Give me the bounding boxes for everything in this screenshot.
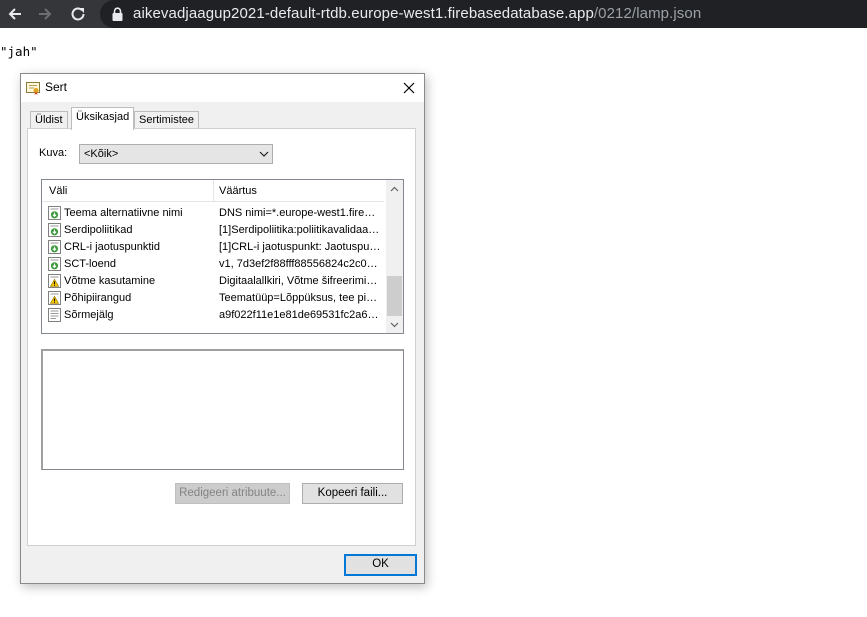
json-response: "jah" [0, 44, 38, 59]
field-name: Teema alternatiivne nimi [64, 207, 183, 219]
certificate-icon [26, 82, 40, 100]
edit-properties-button[interactable]: Redigeeri atribuute... [175, 483, 290, 504]
field-value: Teematüüp=Lõppüksus, tee pikkuse piirang… [219, 292, 381, 304]
certificate-dialog: Sert Üldist Üksikasjad Sertimistee Kuva:… [20, 73, 425, 584]
list-scrollbar[interactable] [386, 180, 403, 333]
ok-button[interactable]: OK [344, 554, 417, 576]
field-value: v1, 7d3ef2f88fff88556824c2c0ca9e5289 [219, 258, 381, 270]
field-value: DNS nimi=*.europe-west1.firebasedatabase… [219, 207, 381, 219]
cert-doc-icon [48, 308, 61, 325]
address-bar[interactable]: aikevadjaagup2021-default-rtdb.europe-we… [100, 0, 867, 28]
show-select[interactable]: <Kõik> [79, 144, 273, 164]
field-name: Sõrmejälg [64, 309, 114, 321]
cert-ext-icon [48, 223, 61, 240]
cert-ext-icon [48, 206, 61, 223]
list-header: Väli Väärtus [42, 180, 384, 202]
details-tab-panel: Kuva: <Kõik> Väli Väärtus Teema alternat… [27, 128, 416, 546]
field-name: Põhipiirangud [64, 292, 132, 304]
scroll-thumb[interactable] [387, 276, 402, 316]
column-header-field[interactable]: Väli [49, 185, 67, 197]
cert-critical-icon [48, 291, 61, 308]
column-divider[interactable] [213, 180, 214, 202]
scroll-up-icon[interactable] [386, 180, 403, 197]
close-icon[interactable] [394, 74, 424, 102]
tab-general[interactable]: Üldist [30, 111, 68, 129]
copy-to-file-button[interactable]: Kopeeri faili... [302, 483, 403, 504]
field-name: Võtme kasutamine [64, 275, 156, 287]
tab-details[interactable]: Üksikasjad [71, 107, 135, 130]
url-path: /0212/lamp.json [593, 5, 702, 22]
field-value: a9f022f11e1e81de69531fc2a6d4e0f2 [219, 309, 381, 321]
field-name: CRL-i jaotuspunktid [64, 241, 160, 253]
show-label: Kuva: [39, 147, 68, 159]
cert-ext-icon [48, 257, 61, 274]
cert-ext-icon [48, 240, 61, 257]
value-details-box[interactable] [41, 349, 404, 470]
field-name: Serdipoliitikad [64, 224, 133, 236]
list-item[interactable]: Võtme kasutamine Digitaalallkiri, Võtme š… [42, 273, 384, 290]
browser-toolbar: aikevadjaagup2021-default-rtdb.europe-we… [0, 0, 867, 28]
lock-icon[interactable] [112, 7, 123, 26]
field-value: [1]CRL-i jaotuspunkt: Jaotuspunkti nimi [219, 241, 381, 253]
list-item[interactable]: Sõrmejälg a9f022f11e1e81de69531fc2a6d4e0f… [42, 307, 384, 324]
field-list[interactable]: Väli Väärtus Teema alternatiivne nimi DNS… [41, 179, 404, 334]
url-host: aikevadjaagup2021-default-rtdb.europe-we… [133, 5, 594, 22]
chevron-down-icon [259, 149, 269, 161]
list-item[interactable]: Põhipiirangud Teematüüp=Lõppüksus, tee pi… [42, 290, 384, 307]
scroll-down-icon[interactable] [386, 316, 403, 333]
tab-certification-path[interactable]: Sertimistee [134, 111, 200, 129]
field-name: SCT-loend [64, 258, 116, 270]
list-item[interactable]: Serdipoliitikad [1]Serdipoliitika:poliiti… [42, 222, 384, 239]
list-item[interactable]: CRL-i jaotuspunktid [1]CRL-i jaotuspunkt:… [42, 239, 384, 256]
dialog-title: Sert [45, 80, 68, 94]
list-item[interactable]: Teema alternatiivne nimi DNS nimi=*.europ… [42, 205, 384, 222]
field-value: Digitaalallkiri, Võtme šifreerimine (a0) [219, 275, 381, 287]
url-text: aikevadjaagup2021-default-rtdb.europe-we… [133, 5, 701, 23]
forward-arrow-icon[interactable] [32, 2, 58, 26]
back-arrow-icon[interactable] [2, 2, 28, 26]
column-header-value[interactable]: Väärtus [219, 185, 257, 197]
cert-critical-icon [48, 274, 61, 291]
show-select-value: <Kõik> [84, 148, 119, 160]
list-item[interactable]: SCT-loend v1, 7d3ef2f88fff88556824c2c0ca9… [42, 256, 384, 273]
dialog-titlebar: Sert [21, 74, 424, 102]
field-value: [1]Serdipoliitika:poliitikavalidaator [219, 224, 381, 236]
reload-icon[interactable] [65, 2, 91, 26]
